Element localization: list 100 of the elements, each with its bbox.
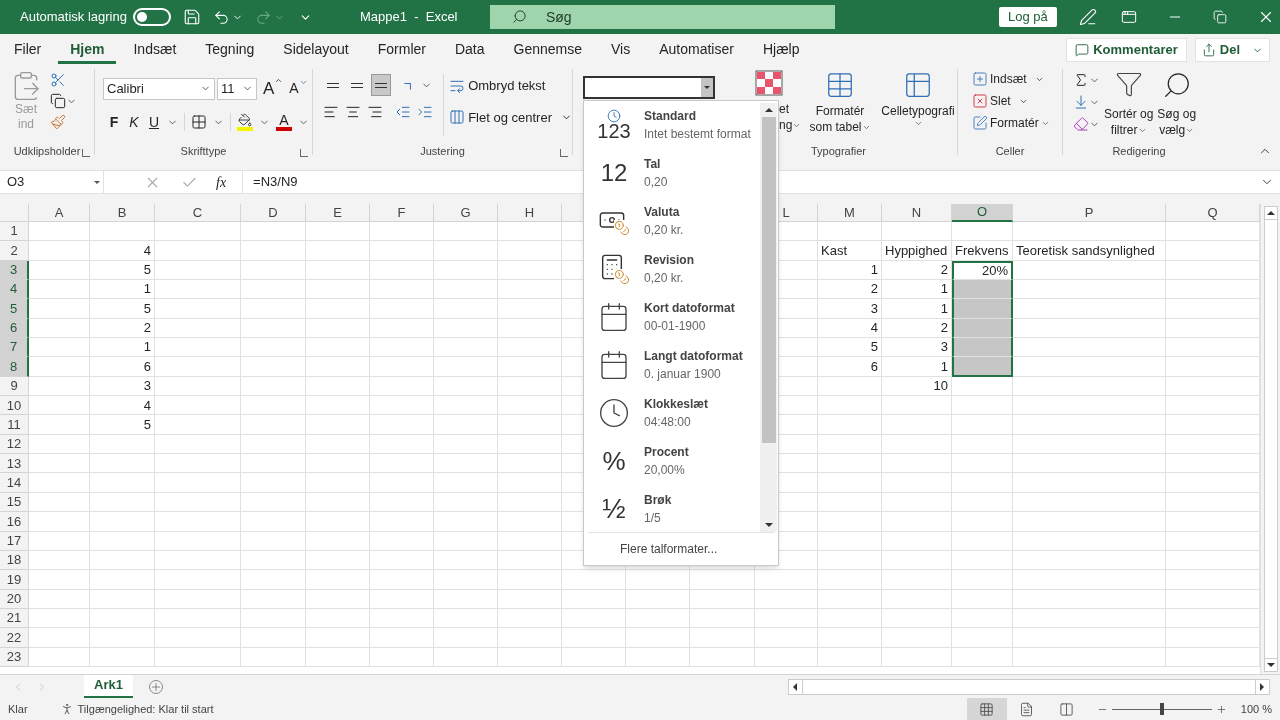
row-header[interactable]: 1	[0, 222, 29, 242]
table-cell[interactable]: 2	[818, 280, 882, 300]
increase-indent-icon[interactable]	[417, 104, 433, 120]
table-cell[interactable]	[952, 299, 1013, 319]
caret-icon[interactable]	[913, 119, 923, 128]
ribbon-tab[interactable]: Hjælp	[750, 38, 812, 64]
row-header[interactable]: 10	[0, 396, 29, 416]
number-format-option[interactable]: % Procent 20,00%	[584, 437, 760, 485]
conditional-formatting-label[interactable]: ng	[779, 117, 793, 133]
table-cell[interactable]: 1	[882, 299, 952, 319]
number-format-option[interactable]: Kort datoformat 00-01-1900	[584, 293, 760, 341]
number-format-option[interactable]: 12 Tal 0,20	[584, 149, 760, 197]
page-icon[interactable]	[1019, 701, 1035, 717]
row-header[interactable]: 19	[0, 570, 29, 590]
ribbon-tab[interactable]: Vis	[599, 38, 643, 64]
table-cell[interactable]: 1	[90, 338, 155, 358]
row-header[interactable]: 8	[0, 357, 29, 377]
fill-color-icon[interactable]	[237, 113, 253, 131]
zoom-in-icon[interactable]	[1215, 703, 1227, 715]
insert-cells-icon[interactable]	[972, 71, 988, 87]
table-cell[interactable]: 4	[90, 241, 155, 261]
row-header[interactable]: 5	[0, 299, 29, 319]
search-field[interactable]: Søg	[489, 5, 835, 29]
format-as-table-icon[interactable]	[825, 70, 855, 100]
ribbon-tab[interactable]: Sidelayout	[271, 38, 361, 64]
grow-font-button[interactable]: A	[263, 76, 284, 102]
sign-in-button[interactable]: Log på	[998, 7, 1057, 27]
align-center-icon[interactable]	[345, 104, 361, 120]
autosave-toggle[interactable]	[132, 8, 171, 26]
vertical-align-button[interactable]	[371, 74, 391, 96]
table-cell[interactable]: Kast	[818, 241, 882, 261]
delete-cells-icon[interactable]	[972, 93, 988, 109]
more-formats-link[interactable]: Flere talformater...	[620, 540, 718, 558]
save-icon[interactable]	[182, 8, 201, 26]
zoom-slider[interactable]	[1111, 703, 1212, 715]
row-header[interactable]: 7	[0, 338, 29, 358]
insert-function-button[interactable]: fx	[216, 171, 227, 193]
sort-filter-label[interactable]: filtrer	[1110, 122, 1138, 138]
table-cell[interactable]: 1	[90, 280, 155, 300]
ribbon-tab[interactable]: Indsæt	[121, 38, 189, 64]
ribbon-display-icon[interactable]	[1120, 9, 1137, 25]
insert-cells-button[interactable]: Indsæt	[972, 70, 1062, 88]
autosum-icon[interactable]	[1073, 72, 1089, 88]
columns-icon[interactable]	[1059, 701, 1075, 717]
comment-icon[interactable]	[1075, 43, 1090, 57]
row-header[interactable]: 11	[0, 415, 29, 435]
table-cell[interactable]: 5	[90, 415, 155, 435]
table-cell[interactable]: 3	[882, 338, 952, 358]
zoom-level[interactable]: 100 %	[1240, 700, 1272, 718]
wrap-text-button[interactable]: Ombryd tekst	[449, 76, 572, 96]
row-header[interactable]: 4	[0, 280, 29, 300]
table-cell[interactable]: 2	[882, 318, 952, 339]
align-right-icon[interactable]	[367, 104, 383, 120]
dialog-launcher-icon[interactable]	[300, 149, 308, 157]
row-header[interactable]: 2	[0, 241, 29, 261]
share-button[interactable]: Del	[1194, 38, 1270, 62]
table-cell[interactable]: 2	[882, 260, 952, 281]
share-icon[interactable]	[1201, 43, 1216, 57]
number-format-field[interactable]	[583, 76, 715, 99]
sheet-tab[interactable]: Ark1	[84, 674, 133, 699]
accessibility-status[interactable]: Tilgængelighed: Klar til start	[77, 700, 214, 718]
table-cell[interactable]: 5	[818, 338, 882, 358]
bold-button[interactable]: F	[107, 111, 121, 133]
font-size-field[interactable]: 11	[217, 77, 257, 100]
font-name-field[interactable]: Calibri	[103, 77, 215, 100]
merge-icon[interactable]	[449, 109, 466, 126]
find-select-label[interactable]: vælg	[1159, 122, 1186, 138]
number-format-option[interactable]: Langt datoformat 0. januar 1900	[584, 341, 760, 389]
merge-center-button[interactable]: Flet og centrer	[449, 107, 572, 127]
copy-icon[interactable]	[50, 93, 66, 109]
cell-styles-icon[interactable]	[903, 70, 933, 100]
table-cell[interactable]: 3	[818, 299, 882, 319]
row-header[interactable]: 13	[0, 454, 29, 474]
sort-filter-icon[interactable]	[1114, 70, 1143, 98]
table-cell[interactable]: Teoretisk sandsynlighed	[1013, 241, 1166, 261]
horizontal-scrollbar[interactable]	[787, 678, 1270, 695]
format-cells-icon[interactable]	[972, 115, 988, 131]
column-header[interactable]: O	[952, 204, 1013, 222]
conditional-formatting-label[interactable]: et	[779, 101, 789, 117]
row-header[interactable]: 16	[0, 512, 29, 532]
ribbon-tab[interactable]: Formler	[365, 38, 438, 64]
restore-icon[interactable]	[1212, 10, 1227, 24]
table-cell[interactable]: Hyppighed	[882, 241, 952, 261]
dialog-launcher-icon[interactable]	[82, 149, 90, 157]
table-cell[interactable]: 10	[882, 376, 952, 397]
grid-icon[interactable]	[979, 701, 995, 717]
cut-icon[interactable]	[50, 72, 66, 88]
ribbon-tab[interactable]: Gennemse	[501, 38, 594, 64]
ribbon-tab[interactable]: Filer	[2, 38, 54, 64]
align-left-icon[interactable]	[323, 104, 339, 120]
row-header[interactable]: 22	[0, 628, 29, 648]
number-format-option[interactable]: Klokkeslæt 04:48:00	[584, 389, 760, 437]
table-cell[interactable]: 4	[90, 396, 155, 416]
pen-icon[interactable]	[1078, 8, 1097, 26]
sort-filter-label[interactable]: Sortér og	[1104, 106, 1154, 122]
table-cell[interactable]	[952, 357, 1013, 377]
number-format-option[interactable]: Revision 0,20 kr.	[584, 245, 760, 293]
ribbon-tab[interactable]: Automatiser	[647, 38, 746, 64]
row-header[interactable]: 14	[0, 473, 29, 493]
table-cell[interactable]: 6	[90, 357, 155, 377]
